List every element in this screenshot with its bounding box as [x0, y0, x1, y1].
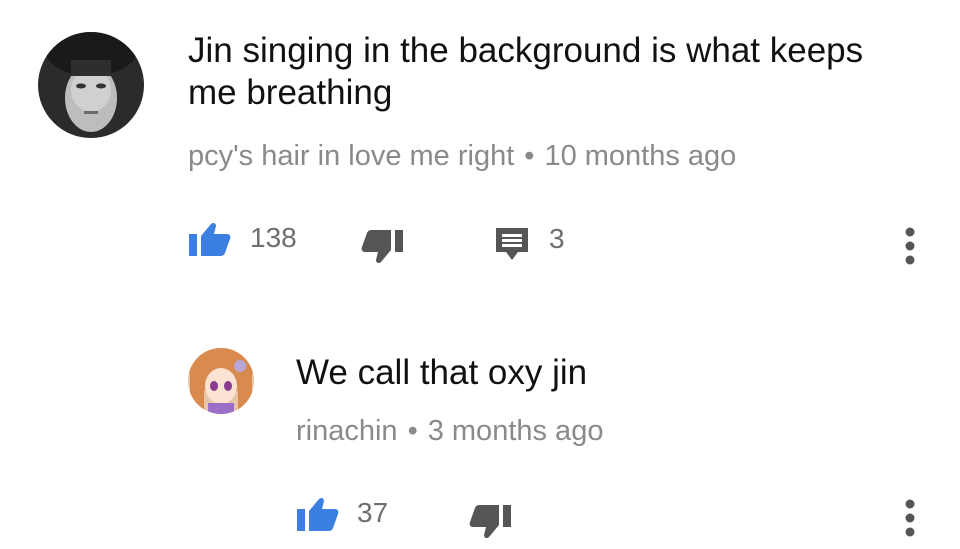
timestamp[interactable]: 10 months ago	[544, 140, 736, 172]
reply-menu-button[interactable]	[902, 498, 918, 538]
avatar[interactable]	[38, 32, 144, 138]
meta-separator: •	[407, 415, 418, 447]
thumb-down-icon	[361, 230, 403, 264]
author-name[interactable]: pcy's hair in love me right	[188, 140, 514, 172]
more-vertical-icon	[905, 227, 915, 265]
reply-like-count: 37	[357, 497, 389, 528]
reply-button[interactable]	[494, 226, 530, 262]
reply-count: 3	[549, 223, 565, 254]
thumb-up-icon	[189, 222, 231, 256]
reply-author-name[interactable]: rinachin	[296, 415, 398, 447]
reply-text: We call that oxy jin	[296, 353, 588, 392]
reply-dislike-button[interactable]	[469, 505, 511, 539]
like-button[interactable]	[189, 222, 231, 256]
dislike-button[interactable]	[361, 230, 403, 264]
like-count: 138	[250, 222, 297, 253]
thumb-up-icon	[297, 497, 339, 531]
more-vertical-icon	[905, 499, 915, 537]
avatar-image	[38, 32, 144, 138]
thumb-down-icon	[469, 505, 511, 539]
reply-meta: rinachin • 3 months ago	[296, 415, 603, 448]
comment-icon	[496, 228, 528, 260]
reply-like-button[interactable]	[297, 497, 339, 531]
comment-menu-button[interactable]	[902, 226, 918, 266]
comment-meta: pcy's hair in love me right • 10 months ag…	[188, 140, 736, 173]
reply-timestamp[interactable]: 3 months ago	[428, 415, 604, 447]
meta-separator: •	[524, 140, 535, 172]
reply-avatar-image	[188, 348, 254, 414]
reply-avatar[interactable]	[188, 348, 254, 414]
comment-text: Jin singing in the background is what ke…	[188, 31, 864, 112]
